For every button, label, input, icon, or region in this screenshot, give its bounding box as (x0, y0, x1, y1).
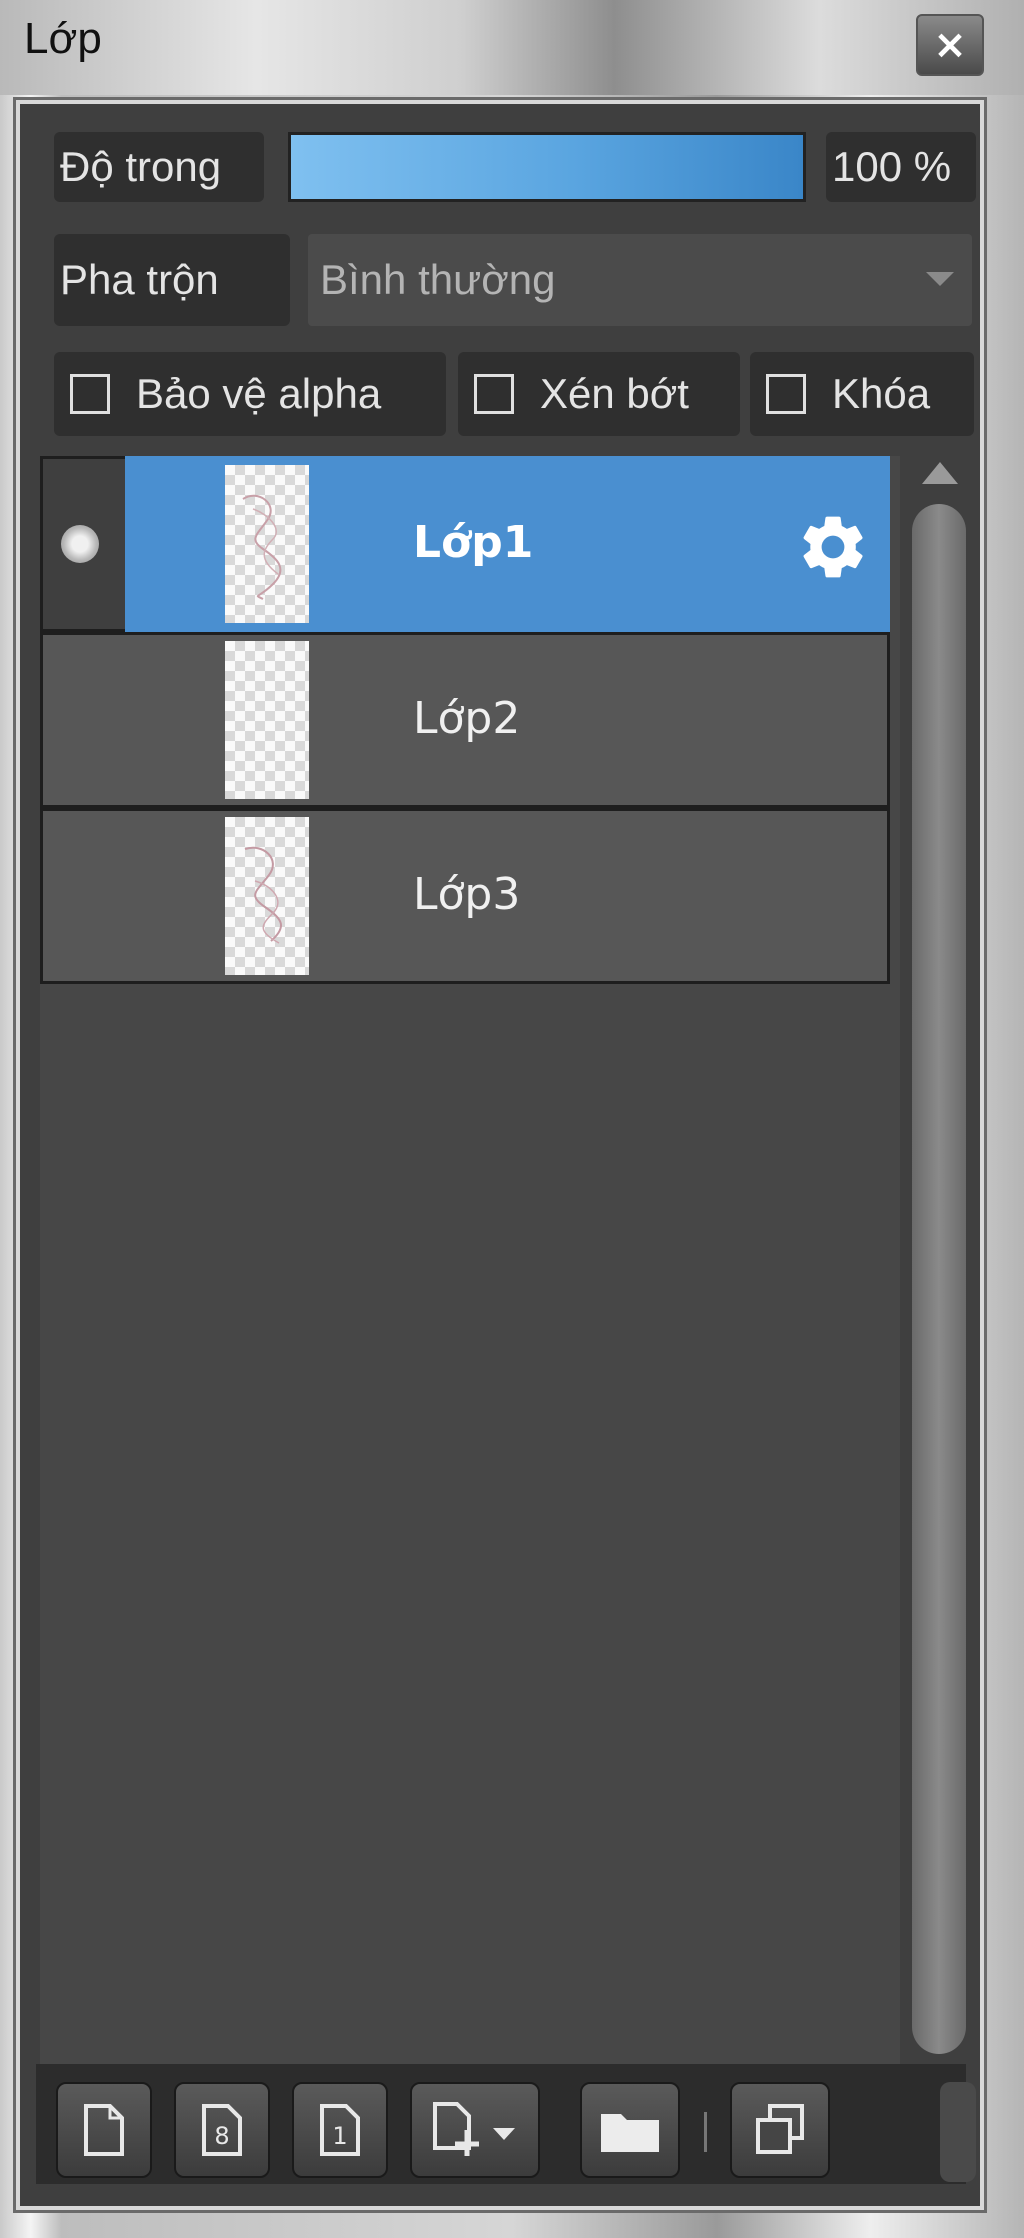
layer-list-scrollbar[interactable] (908, 456, 970, 2101)
clipping-option[interactable]: Xén bớt (458, 352, 740, 436)
layer-name: Lớp3 (413, 869, 521, 920)
close-icon: × (933, 22, 967, 68)
8-bit-glyph: 8 (214, 2122, 229, 2150)
blend-label: Pha trộn (60, 256, 219, 303)
new-folder-button[interactable] (580, 2082, 680, 2178)
1-bit-glyph: 1 (332, 2122, 347, 2150)
clipping-label: Xén bớt (540, 370, 689, 417)
duplicate-layer-button[interactable] (730, 2082, 830, 2178)
toolbar-scroll-handle[interactable] (940, 2082, 976, 2182)
new-layer-icon (84, 2104, 124, 2156)
gear-icon[interactable] (795, 509, 871, 585)
opacity-slider-fill (291, 135, 803, 199)
layer-row[interactable]: Lớp3 (40, 808, 890, 984)
opacity-value-box: 100 % (826, 132, 976, 202)
layer-row[interactable]: Lớp2 (40, 632, 890, 808)
new-8bit-layer-button[interactable]: 8 (174, 2082, 270, 2178)
scroll-up-icon[interactable] (922, 462, 958, 484)
layer-thumbnail (225, 817, 309, 975)
opacity-slider[interactable] (288, 132, 806, 202)
sketch-icon (242, 494, 282, 600)
toolbar-separator (704, 2112, 707, 2152)
scroll-thumb[interactable] (912, 504, 966, 2054)
layer-row[interactable]: Lớp1 (40, 456, 890, 632)
close-button[interactable]: × (916, 14, 984, 76)
protect-alpha-checkbox[interactable] (70, 374, 110, 414)
lock-checkbox[interactable] (766, 374, 806, 414)
clipping-checkbox[interactable] (474, 374, 514, 414)
layer-list: Lớp1 Lớp2 Lớp3 (40, 456, 900, 2101)
sketch-icon (244, 846, 282, 944)
layer-thumbnail (225, 641, 309, 799)
blend-mode-value: Bình thường (320, 256, 556, 303)
8-bit-layer-icon: 8 (202, 2104, 242, 2156)
opacity-value: 100 % (832, 143, 952, 190)
blend-label-box: Pha trộn (54, 234, 290, 326)
chevron-down-icon (926, 272, 954, 286)
1-bit-layer-icon: 1 (320, 2104, 360, 2156)
new-layer-button[interactable] (56, 2082, 152, 2178)
title-bar[interactable]: Lớp × (0, 0, 1024, 95)
folder-icon (601, 2114, 659, 2152)
add-layer-dropdown-icon (433, 2102, 515, 2156)
protect-alpha-option[interactable]: Bảo vệ alpha (54, 352, 446, 436)
window-title: Lớp (24, 14, 102, 63)
layer-thumbnail (225, 465, 309, 623)
lock-label: Khóa (832, 370, 931, 417)
lock-option[interactable]: Khóa (750, 352, 974, 436)
layer-name: Lớp2 (413, 693, 521, 744)
new-1bit-layer-button[interactable]: 1 (292, 2082, 388, 2178)
blend-mode-select[interactable]: Bình thường (308, 234, 972, 326)
opacity-label: Độ trong (60, 143, 222, 190)
layer-window: Lớp × Độ trong 100 % Pha trộn Bình thườn… (0, 0, 1024, 2238)
protect-alpha-label: Bảo vệ alpha (136, 370, 382, 417)
visibility-toggle-icon[interactable] (61, 525, 99, 563)
layer-name: Lớp1 (413, 517, 534, 568)
add-layer-dropdown-button[interactable] (410, 2082, 540, 2178)
opacity-label-box: Độ trong (54, 132, 264, 202)
layer-panel: Độ trong 100 % Pha trộn Bình thường Bảo … (13, 97, 987, 2213)
layer-toolbar: 8 1 (36, 2064, 976, 2184)
duplicate-layer-icon (756, 2104, 804, 2154)
